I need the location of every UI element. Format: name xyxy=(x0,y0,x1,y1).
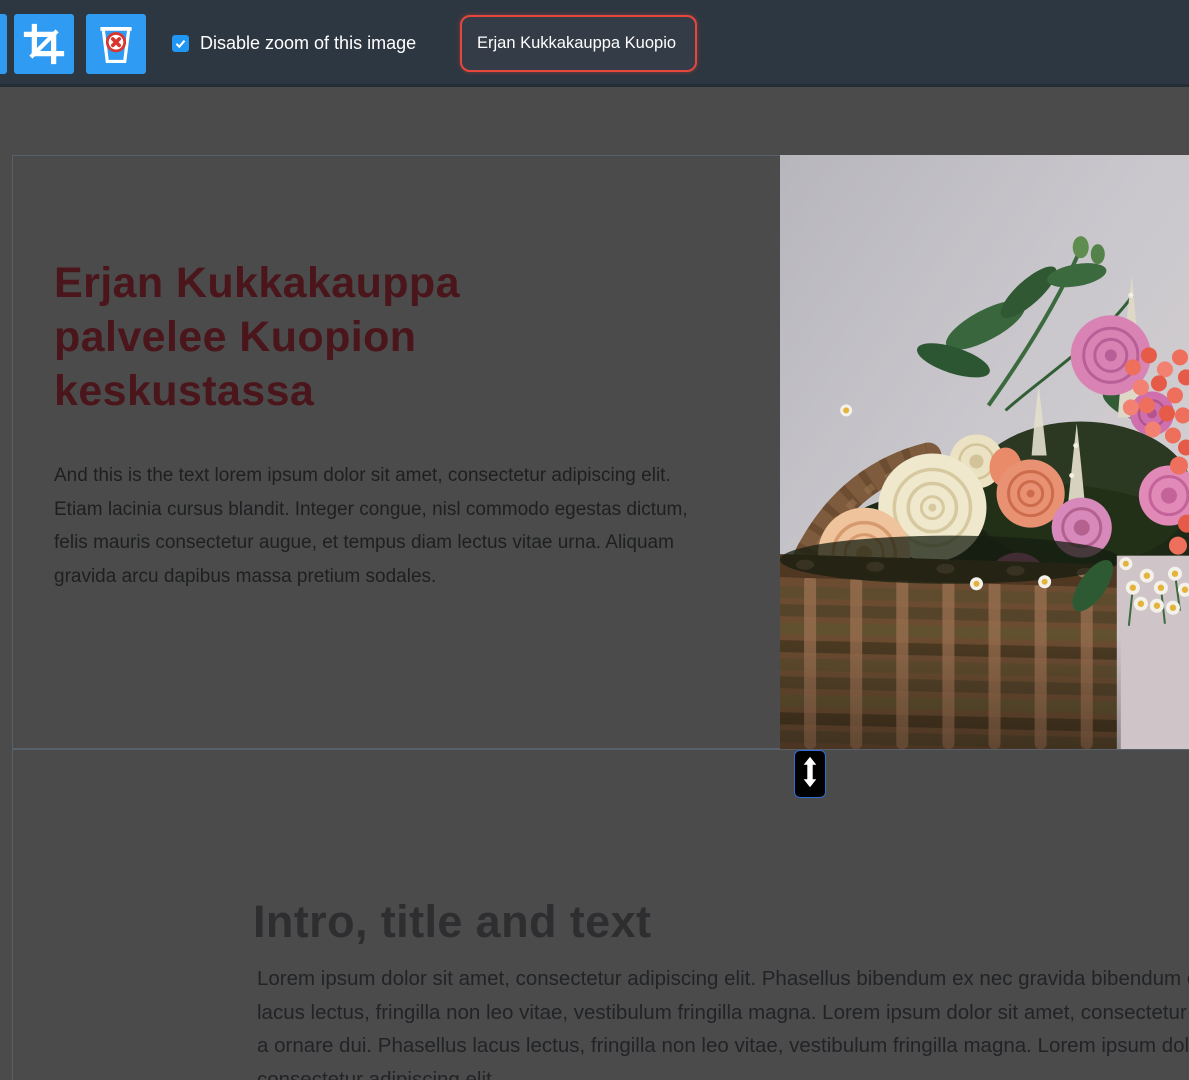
hero-title: Erjan Kukkakauppa palvelee Kuopion kesku… xyxy=(54,259,460,415)
checkbox-checked-icon[interactable] xyxy=(172,35,189,52)
crop-image-button[interactable] xyxy=(14,14,74,74)
section-resize-handle[interactable] xyxy=(794,750,826,798)
hero-flower-basket-image[interactable] xyxy=(780,155,1189,749)
disable-zoom-label: Disable zoom of this image xyxy=(200,33,417,53)
disable-zoom-toggle[interactable]: Disable zoom of this image xyxy=(172,0,416,87)
intro-paragraph: Lorem ipsum dolor sit amet, consectetur … xyxy=(257,967,1189,1080)
hero-paragraph: And this is the text lorem ipsum dolor s… xyxy=(54,465,688,587)
delete-image-icon xyxy=(94,22,138,66)
intro-title: Intro, title and text xyxy=(253,896,652,947)
delete-image-button[interactable] xyxy=(86,14,146,74)
image-title-input[interactable] xyxy=(460,15,697,72)
vertical-resize-icon xyxy=(801,755,819,794)
partial-offscreen-button[interactable] xyxy=(0,14,7,74)
basket-of-flowers-photo xyxy=(780,155,1189,749)
image-edit-toolbar: Disable zoom of this image xyxy=(0,0,1189,87)
crop-icon xyxy=(23,23,65,65)
intro-section-container: Intro, title and text Lorem ipsum dolor … xyxy=(12,749,1189,1080)
hero-section-container: Erjan Kukkakauppa palvelee Kuopion kesku… xyxy=(12,155,1189,749)
